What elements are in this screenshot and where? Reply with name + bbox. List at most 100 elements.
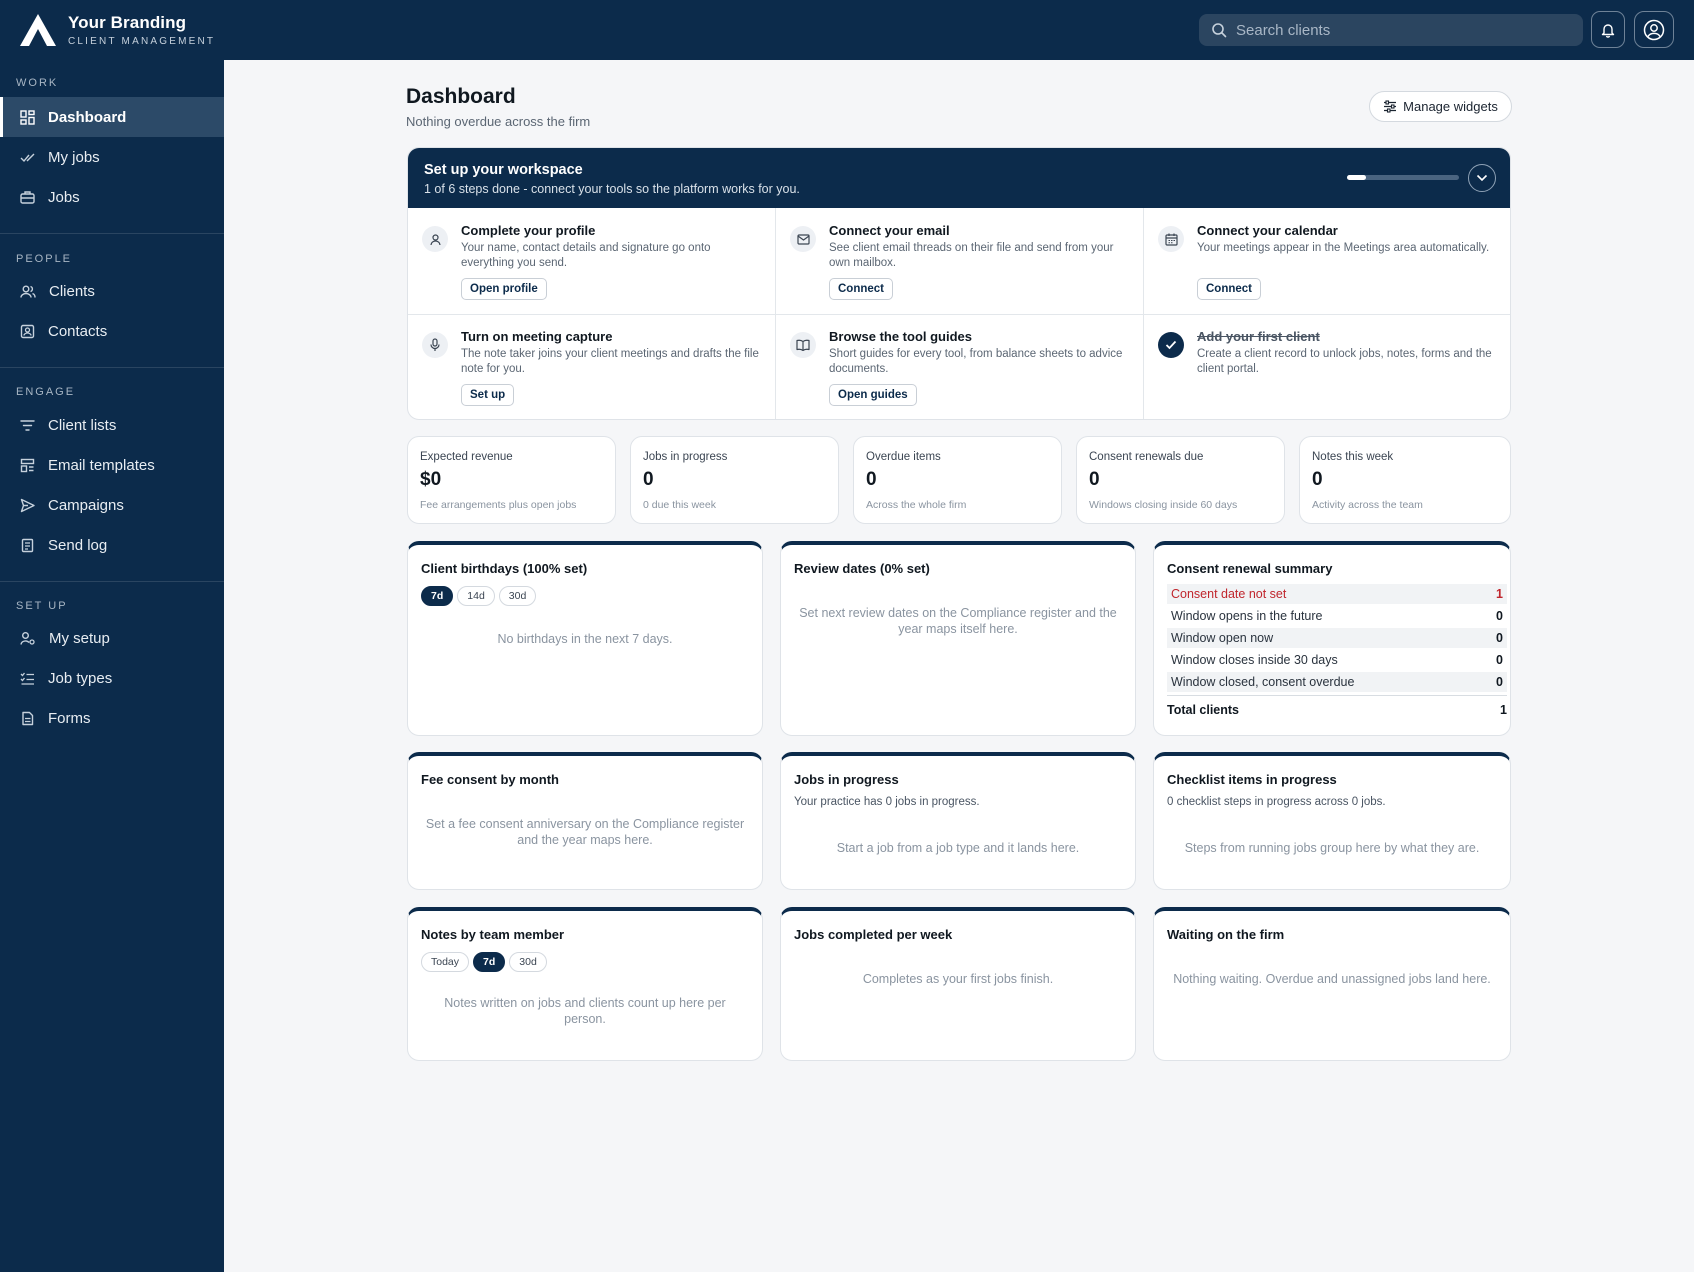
sidebar-divider	[0, 581, 224, 582]
sidebar-section-work: WORK	[16, 77, 59, 89]
sidebar-item-label: Send log	[48, 536, 108, 554]
step-title: Connect your calendar	[1197, 223, 1338, 238]
widget-waiting-on-the-firm: Waiting on the firm Nothing waiting. Ove…	[1153, 907, 1511, 1061]
kpi-expected-revenue: Expected revenue $0 Fee arrangements plu…	[407, 436, 616, 524]
brand[interactable]: Your Branding CLIENT MANAGEMENT	[18, 12, 215, 48]
range-pill-today[interactable]: Today	[421, 952, 470, 972]
kpi-value: 0	[643, 469, 654, 490]
widget-title: Review dates (0% set)	[794, 561, 930, 576]
range-pills: 7d 14d 30d	[421, 586, 540, 606]
sidebar-item-job-types[interactable]: Job types	[0, 658, 224, 698]
sidebar-item-jobs[interactable]: Jobs	[0, 177, 224, 217]
sidebar-item-email-templates[interactable]: Email templates	[0, 445, 224, 485]
range-pill-7d[interactable]: 7d	[473, 952, 506, 972]
main-content: Dashboard Nothing overdue across the fir…	[224, 60, 1694, 1272]
brand-subtitle: CLIENT MANAGEMENT	[68, 36, 216, 47]
dashboard-icon	[20, 109, 35, 125]
account-button[interactable]	[1634, 11, 1674, 48]
widget-title: Consent renewal summary	[1167, 561, 1333, 576]
sidebar-item-clients[interactable]: Clients	[0, 271, 224, 311]
search-input[interactable]	[1236, 21, 1566, 39]
widget-title: Fee consent by month	[421, 772, 559, 787]
step-description: The note taker joins your client meeting…	[461, 348, 759, 375]
sidebar-divider	[0, 367, 224, 368]
widget-empty-text: Nothing waiting. Overdue and unassigned …	[1173, 972, 1491, 986]
summary-row: Window closed, consent overdue 0	[1167, 672, 1507, 692]
sidebar-item-forms[interactable]: Forms	[0, 698, 224, 738]
kpi-note: Windows closing inside 60 days	[1089, 499, 1238, 511]
setup-header: Set up your workspace 1 of 6 steps done …	[408, 148, 1510, 208]
setup-subtitle: 1 of 6 steps done - connect your tools s…	[424, 182, 800, 196]
sidebar-item-dashboard[interactable]: Dashboard	[0, 97, 224, 137]
sidebar-item-label: Campaigns	[48, 496, 124, 514]
step-icon-wrap	[422, 332, 448, 358]
widget-client-birthdays: Client birthdays (100% set) 7d 14d 30d N…	[407, 541, 763, 736]
kpi-label: Consent renewals due	[1089, 451, 1204, 463]
book-icon	[796, 339, 810, 351]
widget-checklist-items: Checklist items in progress 0 checklist …	[1153, 752, 1511, 890]
page-subtitle: Nothing overdue across the firm	[406, 114, 591, 129]
collapse-setup-button[interactable]	[1468, 164, 1496, 192]
summary-total-label: Total clients	[1167, 703, 1240, 717]
summary-row: Window open now 0	[1167, 628, 1507, 648]
kpi-notes-this-week: Notes this week 0 Activity across the te…	[1299, 436, 1511, 524]
widget-fee-consent-by-month: Fee consent by month Set a fee consent a…	[407, 752, 763, 890]
widget-empty-text: Notes written on jobs and clients count …	[444, 996, 726, 1026]
step-description: Create a client record to unlock jobs, n…	[1197, 348, 1492, 375]
manage-widgets-button[interactable]: Manage widgets	[1369, 91, 1512, 122]
widget-empty-text: Steps from running jobs group here by wh…	[1184, 841, 1480, 855]
kpi-value: 0	[1312, 469, 1323, 490]
sidebar-item-label: Clients	[49, 282, 95, 300]
user-avatar-icon	[1643, 19, 1665, 40]
template-icon	[20, 458, 35, 472]
briefcase-icon	[20, 190, 35, 204]
summary-divider	[1167, 695, 1507, 696]
range-pill-14d[interactable]: 14d	[457, 586, 495, 606]
step-title: Add your first client	[1197, 329, 1320, 344]
sidebar-item-my-setup[interactable]: My setup	[0, 618, 224, 658]
range-pill-30d[interactable]: 30d	[498, 586, 537, 606]
kpi-value: 0	[866, 469, 877, 490]
calendar-icon	[1164, 233, 1178, 246]
summary-total-value: 1	[1500, 703, 1507, 717]
sidebar-item-client-lists[interactable]: Client lists	[0, 405, 224, 445]
sidebar-section-setup: SET UP	[16, 600, 68, 612]
sidebar-section-people: PEOPLE	[16, 253, 73, 265]
range-pills: Today 7d 30d	[421, 952, 551, 972]
page-title: Dashboard	[406, 85, 516, 108]
range-pill-7d[interactable]: 7d	[421, 586, 454, 606]
sidebar-item-label: Email templates	[48, 456, 155, 474]
widget-title: Client birthdays (100% set)	[421, 561, 588, 576]
list-check-icon	[20, 672, 34, 685]
widget-jobs-completed-per-week: Jobs completed per week Completes as you…	[780, 907, 1136, 1061]
setup-title: Set up your workspace	[424, 162, 583, 178]
range-pill-30d[interactable]: 30d	[509, 952, 547, 972]
summary-value: 0	[1496, 675, 1503, 689]
form-icon	[22, 711, 34, 725]
set-up-capture-button[interactable]: Set up	[461, 384, 515, 406]
summary-label: Window opens in the future	[1171, 609, 1323, 623]
connect-email-button[interactable]: Connect	[829, 278, 893, 300]
sidebar-item-my-jobs[interactable]: My jobs	[0, 137, 224, 177]
check-list-icon	[20, 153, 35, 162]
check-icon	[1165, 340, 1177, 350]
setup-panel: Set up your workspace 1 of 6 steps done …	[407, 147, 1511, 420]
widget-subtitle: Your practice has 0 jobs in progress.	[794, 796, 980, 808]
sidebar-item-contacts[interactable]: Contacts	[0, 311, 224, 351]
top-bar: Your Branding CLIENT MANAGEMENT	[0, 0, 1694, 60]
sidebar-item-send-log[interactable]: Send log	[0, 525, 224, 565]
kpi-overdue-items: Overdue items 0 Across the whole firm	[853, 436, 1062, 524]
sidebar-divider	[0, 233, 224, 234]
search-box[interactable]	[1199, 14, 1583, 46]
connect-calendar-button[interactable]: Connect	[1197, 278, 1261, 300]
summary-row: Window closes inside 30 days 0	[1167, 650, 1507, 670]
step-icon-wrap	[1158, 226, 1184, 252]
summary-value: 0	[1496, 631, 1503, 645]
widget-notes-by-team-member: Notes by team member Today 7d 30d Notes …	[407, 907, 763, 1061]
open-profile-button[interactable]: Open profile	[461, 278, 547, 300]
notifications-button[interactable]	[1591, 11, 1625, 48]
step-description: Your meetings appear in the Meetings are…	[1197, 242, 1490, 254]
setup-progress-fill	[1347, 175, 1366, 180]
sidebar-item-campaigns[interactable]: Campaigns	[0, 485, 224, 525]
open-guides-button[interactable]: Open guides	[829, 384, 917, 406]
